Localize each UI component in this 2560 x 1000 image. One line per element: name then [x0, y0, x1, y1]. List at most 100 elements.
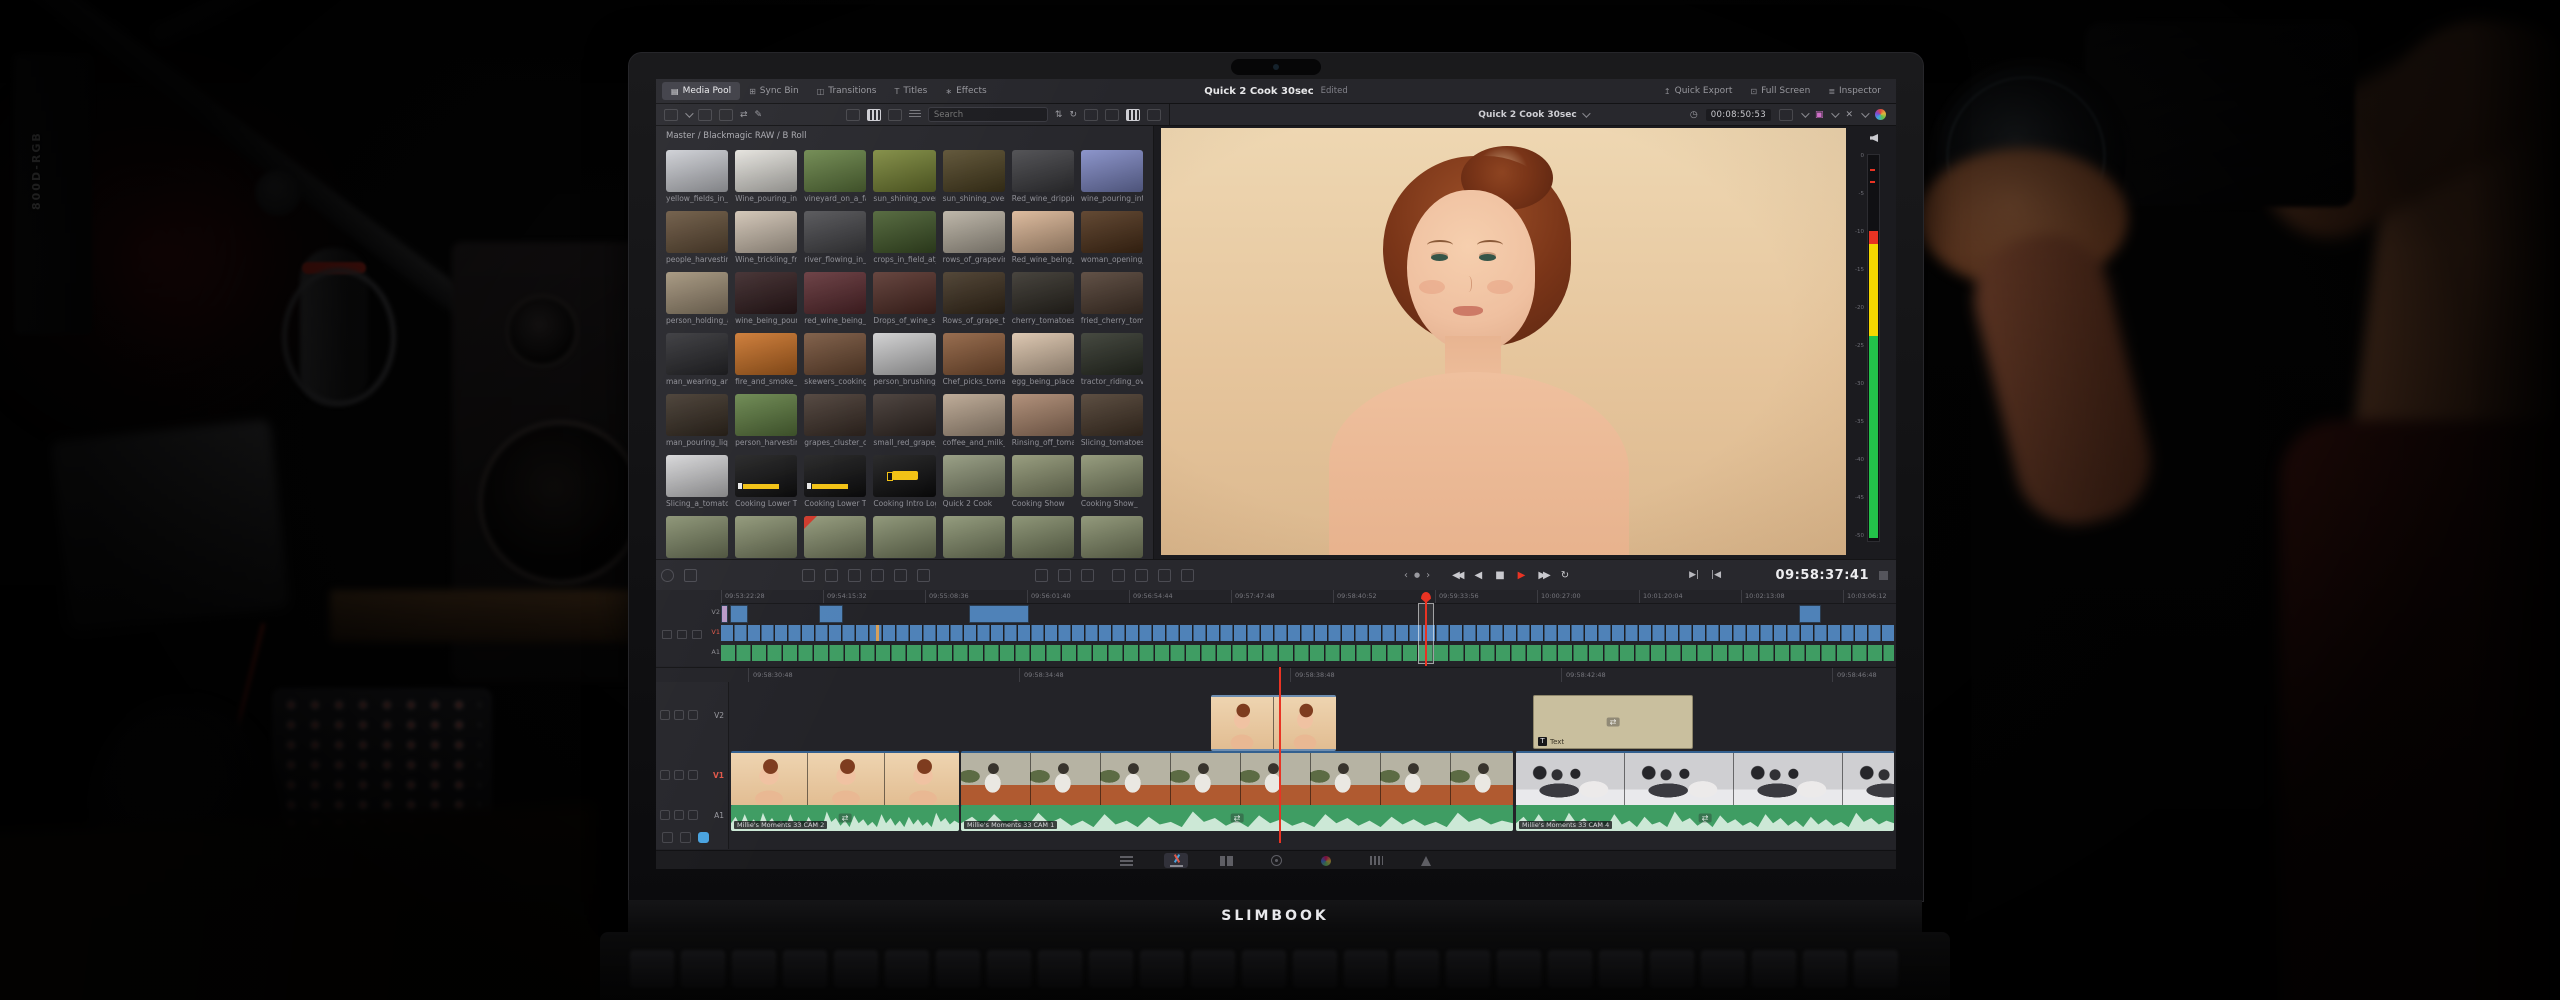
- metadata-edit-icon[interactable]: ✎: [755, 110, 763, 120]
- media-clip[interactable]: egg_being_placed...: [1012, 333, 1074, 386]
- snapping-icon[interactable]: [661, 569, 674, 582]
- media-clip-thumbnail[interactable]: [735, 150, 797, 192]
- speaker-icon[interactable]: [1870, 134, 1878, 142]
- media-clip[interactable]: people_harvesting...: [666, 211, 728, 264]
- keyframe-icon[interactable]: [1135, 569, 1148, 582]
- scene-cut-icon[interactable]: [1084, 109, 1098, 121]
- media-clip-thumbnail[interactable]: [873, 394, 935, 436]
- overview-ruler[interactable]: 09:53:22:2809:54:15:3209:55:08:3609:56:0…: [721, 590, 1896, 604]
- people-view-icon[interactable]: [1105, 109, 1119, 121]
- media-clip[interactable]: wine_being_poure...: [735, 272, 797, 325]
- capture-icon[interactable]: [1147, 109, 1161, 121]
- track-mute-icon[interactable]: [688, 710, 698, 720]
- media-clip[interactable]: woman_opening_...: [1081, 211, 1143, 264]
- timeline-title-clip[interactable]: ⇄ T Text: [1533, 695, 1693, 749]
- media-clip-thumbnail[interactable]: [943, 150, 1005, 192]
- media-clip-thumbnail[interactable]: [1012, 516, 1074, 558]
- breadcrumb[interactable]: Master / Blackmagic RAW / B Roll: [656, 126, 1153, 144]
- stop-button[interactable]: ■: [1495, 570, 1504, 581]
- track-lock-icon[interactable]: [674, 710, 684, 720]
- sync-clips-icon[interactable]: ⇄: [740, 110, 748, 120]
- panel-tab[interactable]: ∗ Effects: [936, 82, 995, 100]
- flag-icon[interactable]: [684, 569, 697, 582]
- select-tool-icon[interactable]: [662, 832, 673, 843]
- timeline-clip-v1[interactable]: [731, 751, 959, 807]
- refresh-icon[interactable]: ↻: [1069, 110, 1077, 120]
- media-clip-thumbnail[interactable]: [873, 150, 935, 192]
- overview-track-v1[interactable]: [721, 625, 1894, 641]
- media-clip-thumbnail[interactable]: [943, 516, 1005, 558]
- track-mute-icon[interactable]: [688, 770, 698, 780]
- media-clip[interactable]: skewers_cooking_...: [804, 333, 866, 386]
- overview-clip[interactable]: [819, 605, 843, 623]
- media-clip-thumbnail[interactable]: [1081, 333, 1143, 375]
- media-clip-thumbnail[interactable]: [1012, 455, 1074, 497]
- media-clip-thumbnail[interactable]: [804, 394, 866, 436]
- media-clip-thumbnail[interactable]: [735, 333, 797, 375]
- media-clip-thumbnail[interactable]: [666, 333, 728, 375]
- track-header-v2[interactable]: V2: [660, 710, 724, 720]
- media-clip-thumbnail[interactable]: [873, 333, 935, 375]
- overview-tool-icon[interactable]: [662, 630, 672, 639]
- resolution-option-icon[interactable]: [1779, 109, 1793, 121]
- media-clip-thumbnail[interactable]: [873, 516, 935, 558]
- media-clip[interactable]: coffee_and_milk_b...: [943, 394, 1005, 447]
- media-clip[interactable]: tractor_riding_ove...: [1081, 333, 1143, 386]
- overview-clip[interactable]: [1799, 605, 1821, 623]
- media-clip[interactable]: fire_and_smoke_c...: [735, 333, 797, 386]
- track-lock-icon[interactable]: [674, 770, 684, 780]
- media-clip-thumbnail[interactable]: [735, 455, 797, 497]
- media-clip-thumbnail[interactable]: [1081, 150, 1143, 192]
- overview-clip[interactable]: [969, 605, 1029, 623]
- roll-tool-icon[interactable]: [848, 569, 861, 582]
- slip-tool-icon[interactable]: [871, 569, 884, 582]
- timeline-clip-v2[interactable]: [1211, 695, 1336, 751]
- match-frame-out-button[interactable]: ▶|: [1689, 570, 1699, 580]
- media-clip-thumbnail[interactable]: [804, 211, 866, 253]
- media-clip-thumbnail[interactable]: [735, 394, 797, 436]
- thumbnail-view-icon[interactable]: [867, 109, 881, 121]
- marker-icon[interactable]: [1158, 569, 1171, 582]
- page-button[interactable]: [1414, 853, 1438, 868]
- insert-clip-icon[interactable]: [894, 569, 907, 582]
- media-clip-thumbnail[interactable]: [1081, 516, 1143, 558]
- timeline-clip-v1[interactable]: [961, 751, 1513, 807]
- overview-clip[interactable]: [721, 605, 728, 623]
- media-clip-thumbnail[interactable]: [735, 211, 797, 253]
- filmstrip-view-icon[interactable]: [888, 109, 902, 121]
- media-clip[interactable]: Cooking Intro Log...: [873, 455, 935, 508]
- media-clip-thumbnail[interactable]: [1012, 150, 1074, 192]
- razor-tool-icon[interactable]: [680, 832, 691, 843]
- page-button[interactable]: [1164, 853, 1188, 868]
- media-clip-thumbnail[interactable]: [735, 272, 797, 314]
- active-tool-icon[interactable]: [698, 832, 709, 843]
- media-clip[interactable]: vineyard_on_a_far...: [804, 150, 866, 203]
- window-action-button[interactable]: ⊡ Full Screen: [1741, 82, 1819, 100]
- media-clip-thumbnail[interactable]: [1012, 211, 1074, 253]
- timeline-audio-clip[interactable]: Millie's Moments 33 CAM 4 ⇄: [1516, 805, 1894, 831]
- media-clip-thumbnail[interactable]: [943, 455, 1005, 497]
- media-clip[interactable]: cherry_tomatoes_...: [1012, 272, 1074, 325]
- media-clip[interactable]: person_holding_a...: [666, 272, 728, 325]
- media-clip-thumbnail[interactable]: [804, 272, 866, 314]
- panel-tab[interactable]: ▤ Media Pool: [662, 82, 740, 100]
- media-clip-thumbnail[interactable]: [1012, 272, 1074, 314]
- media-clip-thumbnail[interactable]: [1012, 333, 1074, 375]
- trim-tool-icon[interactable]: [825, 569, 838, 582]
- jog-control[interactable]: ‹ ● ›: [1404, 570, 1430, 581]
- jog-right-icon[interactable]: ›: [1426, 570, 1430, 581]
- media-clip-thumbnail[interactable]: [1012, 394, 1074, 436]
- media-clip[interactable]: river_flowing_in_t...: [804, 211, 866, 264]
- track-header-a1[interactable]: A1: [660, 810, 724, 820]
- media-clip[interactable]: Slicing_a_tomato_...: [666, 455, 728, 508]
- media-clip[interactable]: Rinsing_off_tomat...: [1012, 394, 1074, 447]
- render-icon[interactable]: [1181, 569, 1194, 582]
- media-clip[interactable]: Quick 2 Cook: [943, 455, 1005, 508]
- overview-tool-icon[interactable]: [677, 630, 687, 639]
- media-clip-thumbnail[interactable]: [943, 394, 1005, 436]
- media-clip-thumbnail[interactable]: [804, 516, 866, 558]
- media-clip[interactable]: sun_shining_over_...: [943, 150, 1005, 203]
- media-clip-thumbnail[interactable]: [804, 150, 866, 192]
- overview-track-v2[interactable]: [721, 605, 1894, 621]
- media-clip[interactable]: Chef_picks_tomat...: [943, 333, 1005, 386]
